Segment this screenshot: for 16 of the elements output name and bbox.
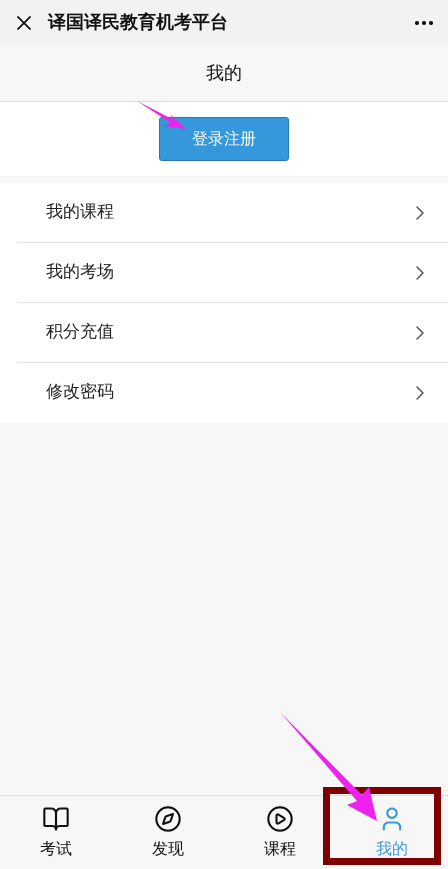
menu-item-label: 修改密码 — [46, 381, 114, 404]
window-title: 译国译民教育机考平台 — [48, 11, 228, 35]
menu-item-label: 我的考场 — [46, 260, 114, 284]
menu-item[interactable]: 我的考场 — [18, 243, 448, 303]
tab[interactable]: 课程 — [224, 796, 336, 869]
open-book-icon — [42, 804, 70, 832]
play-circle-icon — [266, 804, 294, 832]
menu-item[interactable]: 我的课程 — [18, 183, 448, 243]
compass-icon — [154, 804, 182, 832]
tab[interactable]: 发现 — [112, 796, 224, 869]
page-title: 我的 — [206, 62, 242, 86]
menu-item[interactable]: 积分充值 — [18, 303, 448, 363]
menu-item-label: 我的课程 — [46, 200, 114, 224]
tab[interactable]: 考试 — [0, 796, 112, 869]
menu-item[interactable]: 修改密码 — [18, 363, 448, 423]
menu-item-label: 积分充值 — [46, 320, 114, 344]
